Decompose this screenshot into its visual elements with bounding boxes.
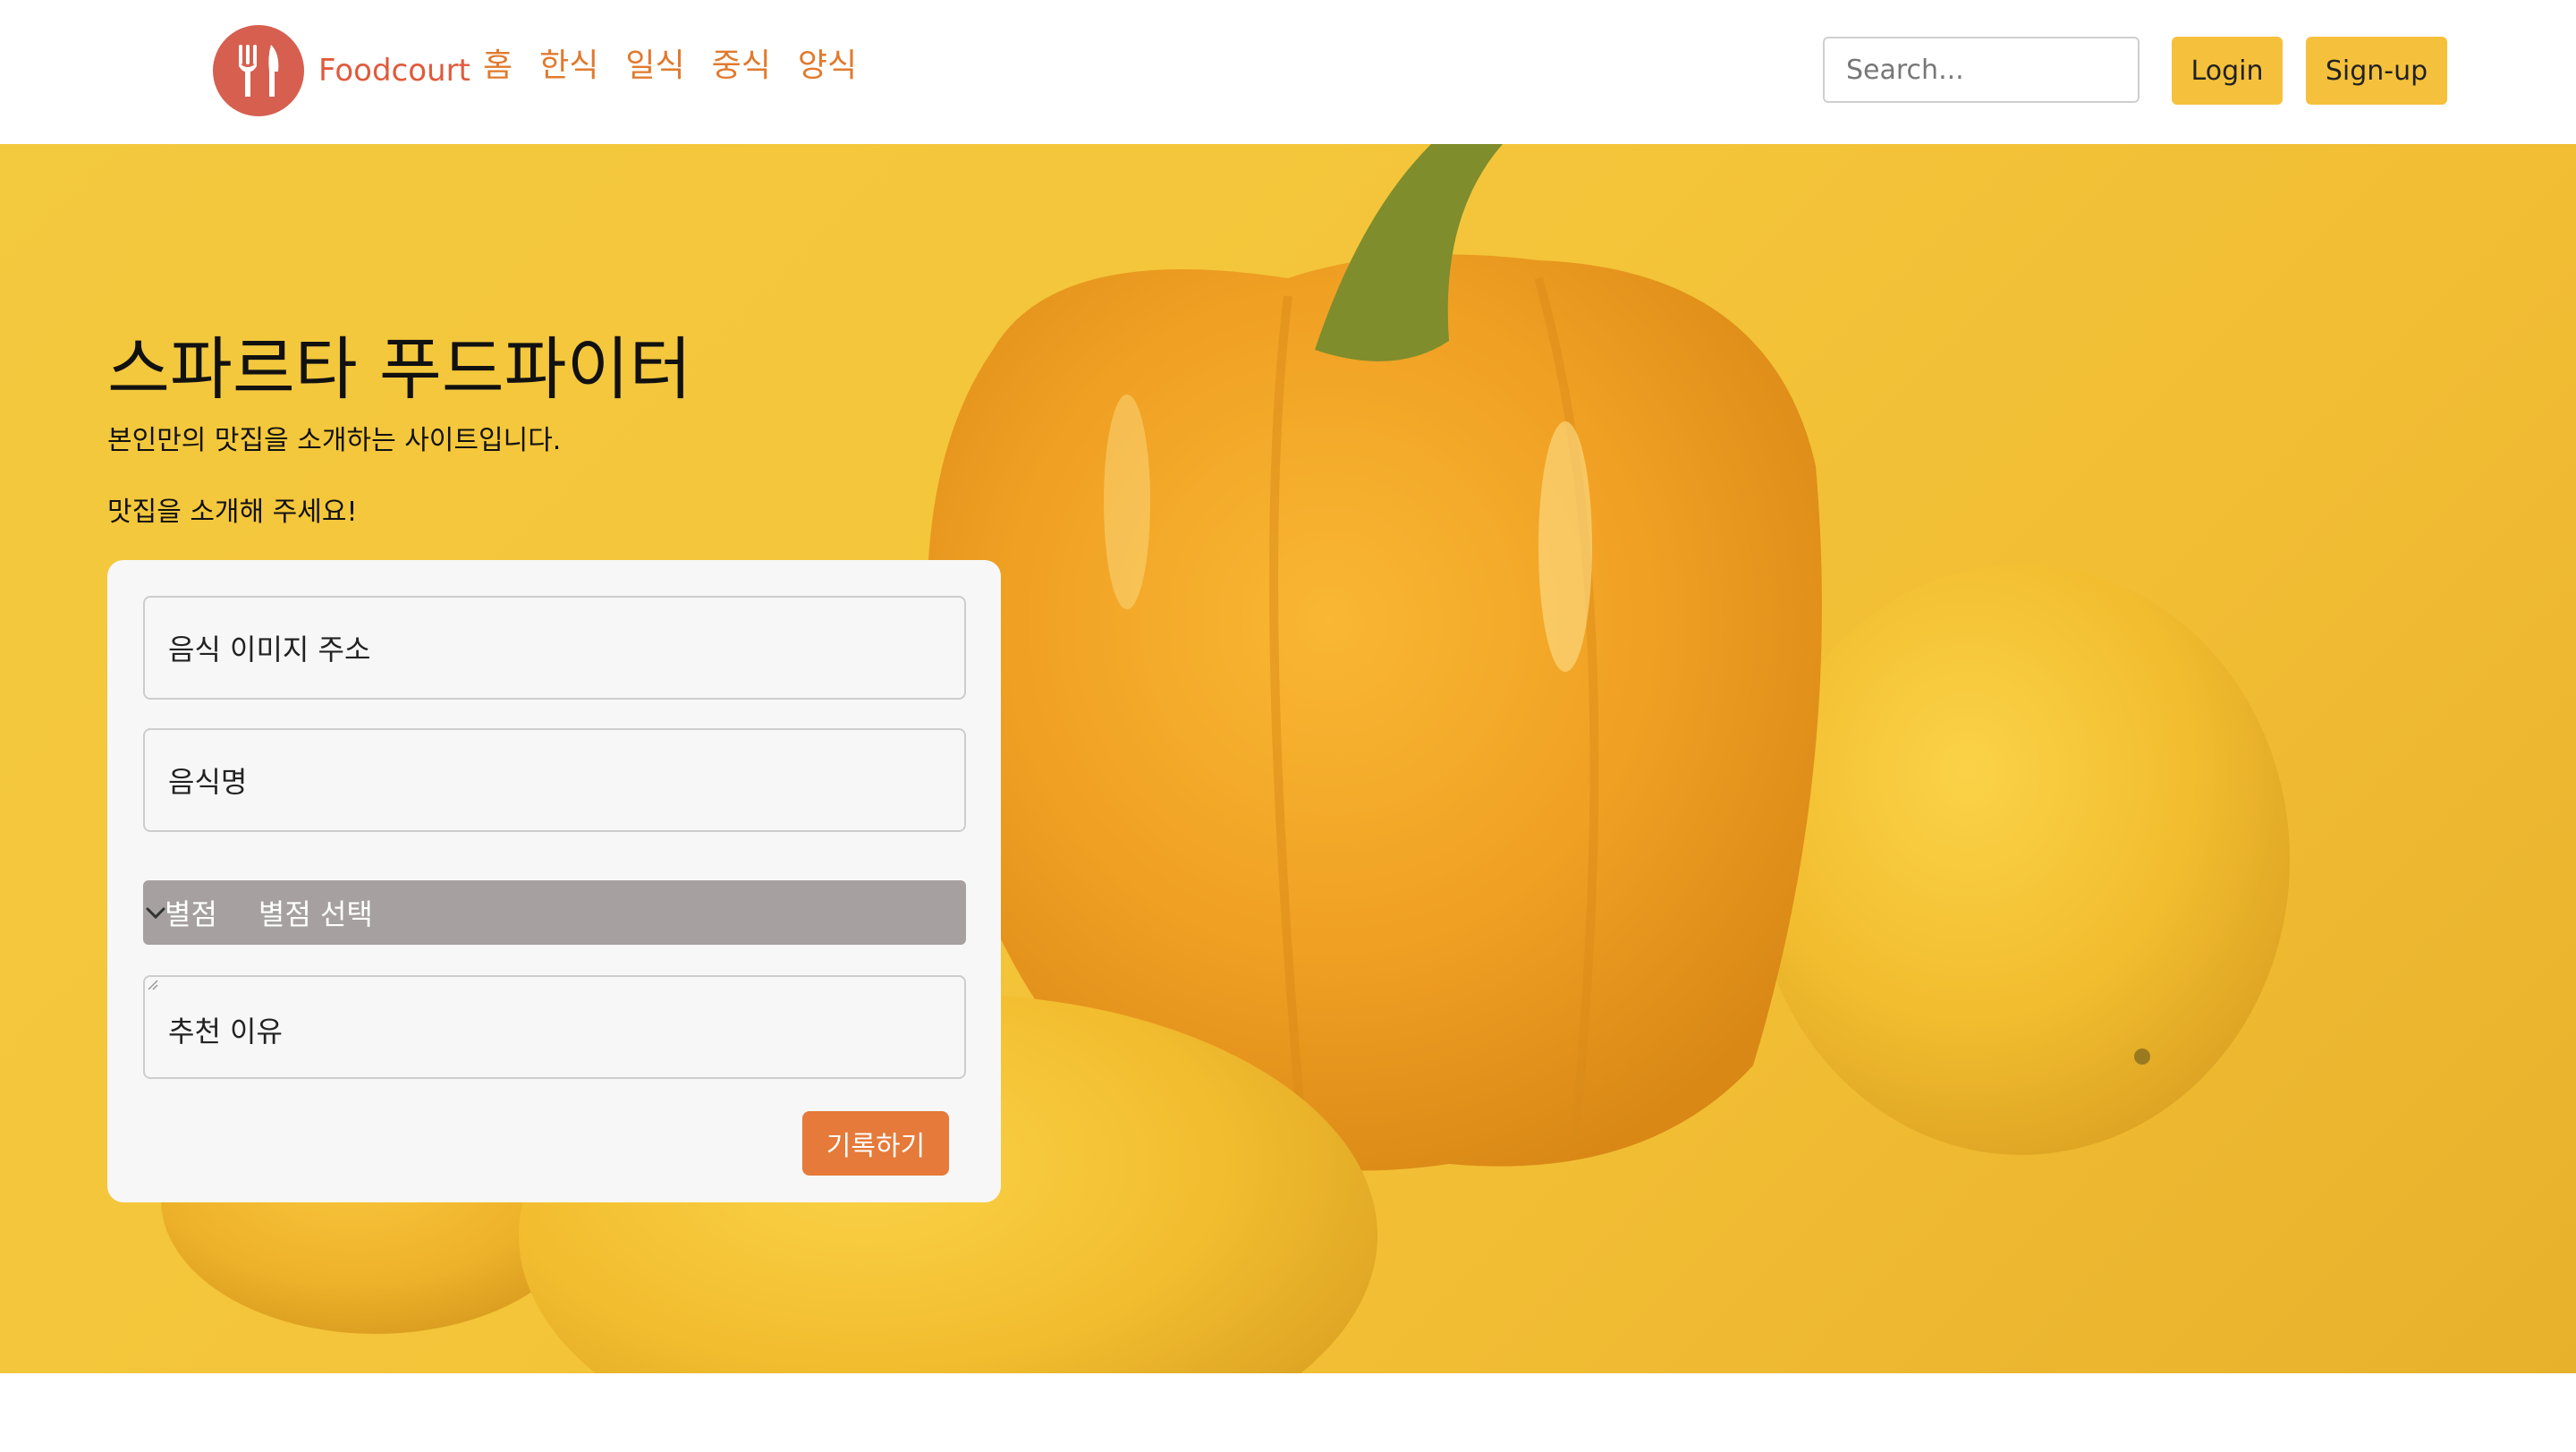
brand-name[interactable]: Foodcourt	[318, 53, 470, 89]
reason-textarea[interactable]: 추천 이유	[143, 975, 966, 1079]
image-url-field[interactable]: 음식 이미지 주소	[143, 596, 966, 700]
search-input[interactable]	[1823, 37, 2140, 103]
signup-button[interactable]: Sign-up	[2306, 37, 2447, 105]
page-title: 스파르타 푸드파이터	[107, 329, 692, 409]
nav-link-home[interactable]: 홈	[483, 39, 513, 86]
login-button[interactable]: Login	[2172, 37, 2283, 105]
page-subtitle-secondary: 맛집을 소개해 주세요!	[107, 497, 358, 528]
brand[interactable]: Foodcourt	[213, 25, 470, 116]
rating-selected-value: 별점 선택	[258, 897, 373, 931]
submit-button[interactable]: 기록하기	[802, 1111, 949, 1176]
page-subtitle: 본인만의 맛집을 소개하는 사이트입니다.	[107, 425, 562, 456]
chevron-down-icon[interactable]	[143, 900, 168, 925]
nav-link-korean[interactable]: 한식	[539, 39, 598, 86]
image-url-placeholder: 음식 이미지 주소	[168, 633, 371, 667]
main-nav: 홈 한식 일식 중식 양식	[483, 39, 857, 86]
resize-grip-icon[interactable]	[145, 977, 159, 991]
nav-link-chinese[interactable]: 중식	[712, 39, 771, 86]
recommendation-form: 음식 이미지 주소 음식명 별점 별점 선택 추천 이유 기록하기	[107, 560, 1001, 1202]
hero-banner: 스파르타 푸드파이터 본인만의 맛집을 소개하는 사이트입니다. 맛집을 소개해…	[0, 144, 2576, 1373]
food-name-field[interactable]: 음식명	[143, 728, 966, 832]
rating-label: 별점	[165, 897, 217, 931]
top-navbar: Foodcourt 홈 한식 일식 중식 양식 Login Sign-up	[0, 0, 2576, 145]
fork-knife-icon[interactable]	[213, 25, 304, 116]
food-name-placeholder: 음식명	[168, 765, 248, 799]
reason-placeholder: 추천 이유	[168, 1015, 283, 1049]
nav-link-japanese[interactable]: 일식	[625, 39, 684, 86]
nav-link-western[interactable]: 양식	[798, 39, 857, 86]
rating-select[interactable]: 별점 별점 선택	[143, 880, 966, 945]
